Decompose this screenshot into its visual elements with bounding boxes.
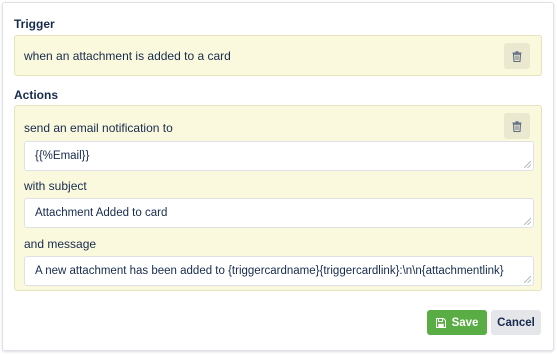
trigger-text: when an attachment is added to a card bbox=[24, 49, 231, 63]
action-text: send an email notification to bbox=[24, 121, 173, 135]
actions-panel: send an email notification to {{%Email}}… bbox=[14, 105, 542, 291]
trash-icon bbox=[512, 120, 522, 132]
resize-grip-icon[interactable] bbox=[524, 161, 531, 168]
cancel-label: Cancel bbox=[497, 316, 535, 329]
trash-icon bbox=[512, 50, 522, 62]
delete-trigger-button[interactable] bbox=[504, 43, 530, 69]
message-value: A new attachment has been added to {trig… bbox=[35, 265, 504, 277]
resize-grip-icon[interactable] bbox=[524, 276, 531, 283]
message-field[interactable]: A new attachment has been added to {trig… bbox=[24, 256, 534, 286]
email-to-field[interactable]: {{%Email}} bbox=[24, 141, 534, 171]
save-label: Save bbox=[451, 316, 479, 329]
subject-value: Attachment Added to card bbox=[35, 207, 168, 219]
actions-heading: Actions bbox=[14, 88, 59, 102]
email-to-value: {{%Email}} bbox=[35, 150, 90, 162]
subject-field[interactable]: Attachment Added to card bbox=[24, 198, 534, 228]
message-label: and message bbox=[24, 237, 97, 251]
resize-grip-icon[interactable] bbox=[524, 218, 531, 225]
trigger-panel: when an attachment is added to a card bbox=[14, 35, 542, 76]
rule-editor-card: Trigger when an attachment is added to a… bbox=[2, 2, 554, 351]
subject-label: with subject bbox=[24, 179, 87, 193]
save-button[interactable]: Save bbox=[427, 310, 487, 335]
floppy-disk-icon bbox=[435, 317, 446, 328]
cancel-button[interactable]: Cancel bbox=[491, 310, 541, 335]
trigger-heading: Trigger bbox=[14, 17, 55, 31]
delete-action-button[interactable] bbox=[504, 113, 530, 139]
